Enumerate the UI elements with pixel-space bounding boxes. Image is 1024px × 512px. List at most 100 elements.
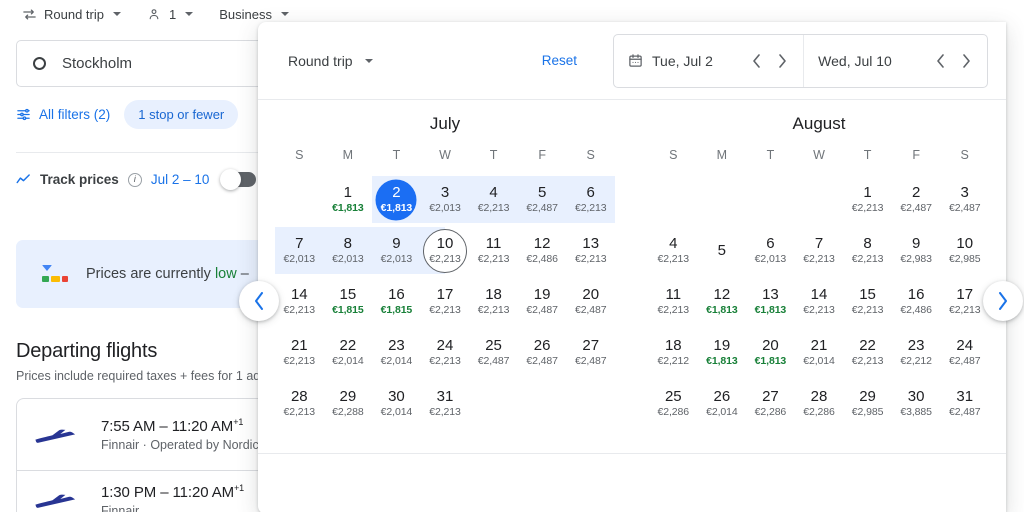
day-cell[interactable]: 28 €2,213 [275,378,324,429]
day-cell[interactable]: 15 €1,815 [324,276,373,327]
day-cell[interactable]: 6 €2,013 [746,225,795,276]
date-picker-header: Round trip Reset Tue, Jul 2 Wed, Jul 10 [258,22,1006,100]
day-cell[interactable]: 31 €2,487 [940,378,989,429]
day-cell[interactable]: 9 €2,013 [372,225,421,276]
day-cell[interactable]: 26 €2,014 [698,378,747,429]
day-number: 7 [295,235,304,252]
day-cell[interactable]: 3 €2,487 [940,174,989,225]
day-number: 14 [290,286,308,303]
day-cell[interactable]: 18 €2,213 [469,276,518,327]
day-cell[interactable]: 25 €2,487 [469,327,518,378]
flight-airline: Finnair · Operated by Nordic [101,438,259,452]
day-cell[interactable]: 1 €1,813 [324,174,373,225]
calendar-trip-type-selector[interactable]: Round trip [288,53,373,69]
day-cell[interactable]: 5 [698,225,747,276]
circle-origin-icon [33,57,46,70]
depart-next-day-button[interactable] [771,50,793,72]
day-price: €1,813 [754,355,787,367]
return-next-day-button[interactable] [955,50,977,72]
day-cell[interactable]: 20 €1,813 [746,327,795,378]
info-icon[interactable]: i [127,172,142,187]
day-cell[interactable]: 26 €2,487 [518,327,567,378]
day-cell[interactable]: 3 €2,013 [421,174,470,225]
day-cell[interactable]: 17 €2,213 [940,276,989,327]
day-number: 3 [440,184,450,201]
empty-day-cell [746,174,795,225]
day-cell[interactable]: 14 €2,213 [795,276,844,327]
day-cell[interactable]: 21 €2,014 [795,327,844,378]
previous-month-button[interactable] [239,281,279,321]
day-cell[interactable]: 27 €2,286 [746,378,795,429]
day-cell[interactable]: 30 €2,014 [372,378,421,429]
day-cell[interactable]: 17 €2,213 [421,276,470,327]
day-cell[interactable]: 7 €2,213 [795,225,844,276]
day-cell[interactable]: 20 €2,487 [566,276,615,327]
day-cell[interactable]: 16 €2,486 [892,276,941,327]
day-price: €2,487 [948,355,981,367]
day-price: €1,813 [706,304,738,316]
day-cell[interactable]: 19 €1,813 [698,327,747,378]
day-cell[interactable]: 31 €2,213 [421,378,470,429]
month-august: August S M T W T F S 1 €2,213 2 €2,487 3 €2,487 4 €2,21… [632,108,1006,429]
day-cell[interactable]: 13 €1,813 [746,276,795,327]
day-cell[interactable]: 22 €2,213 [843,327,892,378]
day-cell[interactable]: 14 €2,213 [275,276,324,327]
day-cell[interactable]: 10 €2,213 [421,225,470,276]
day-cell[interactable]: 4 €2,213 [649,225,698,276]
day-cell[interactable]: 8 €2,013 [324,225,373,276]
day-cell[interactable]: 9 €2,983 [892,225,941,276]
day-cell[interactable]: 15 €2,213 [843,276,892,327]
track-prices-toggle[interactable] [220,169,257,190]
day-cell[interactable]: 25 €2,286 [649,378,698,429]
day-cell[interactable]: 8 €2,213 [843,225,892,276]
next-month-button[interactable] [983,281,1023,321]
calendar-trip-type-label: Round trip [288,52,353,69]
all-filters-button[interactable]: All filters (2) [16,107,110,122]
day-price: €2,487 [900,202,932,214]
return-prev-day-button[interactable] [929,50,951,72]
day-cell[interactable]: 13 €2,213 [566,225,615,276]
stops-filter-chip[interactable]: 1 stop or fewer [124,100,239,129]
day-cell[interactable]: 23 €2,212 [892,327,941,378]
week-row: 1 €2,213 2 €2,487 3 €2,487 [649,174,989,225]
day-cell[interactable]: 7 €2,013 [275,225,324,276]
day-cell[interactable]: 19 €2,487 [518,276,567,327]
day-cell[interactable]: 30 €3,885 [892,378,941,429]
depart-date-field[interactable]: Tue, Jul 2 [614,35,803,87]
day-cell[interactable]: 5 €2,487 [518,174,567,225]
day-cell[interactable]: 24 €2,487 [940,327,989,378]
day-number: 21 [810,337,828,354]
day-cell[interactable]: 22 €2,014 [324,327,373,378]
day-cell[interactable]: 11 €2,213 [469,225,518,276]
passengers-selector[interactable]: 1 [147,7,194,22]
day-cell[interactable]: 12 €2,486 [518,225,567,276]
date-picker-panel: Round trip Reset Tue, Jul 2 Wed, Jul 10 … [258,22,1006,512]
day-cell[interactable]: 29 €2,985 [843,378,892,429]
day-cell[interactable]: 6 €2,213 [566,174,615,225]
day-cell[interactable]: 1 €2,213 [843,174,892,225]
day-cell[interactable]: 11 €2,213 [649,276,698,327]
depart-prev-day-button[interactable] [745,50,767,72]
day-cell[interactable]: 12 €1,813 [698,276,747,327]
day-cell[interactable]: 16 €1,815 [372,276,421,327]
trip-type-selector[interactable]: Round trip [22,7,121,22]
cabin-class-selector[interactable]: Business [219,7,289,22]
day-cell[interactable]: 4 €2,213 [469,174,518,225]
day-number: 23 [907,337,925,354]
reset-button[interactable]: Reset [542,53,577,68]
day-cell[interactable]: 2 €1,813 [372,174,421,225]
track-prices-label: Track prices [40,172,119,187]
day-cell[interactable]: 27 €2,487 [566,327,615,378]
day-cell[interactable]: 2 €2,487 [892,174,941,225]
day-cell[interactable]: 21 €2,213 [275,327,324,378]
day-cell[interactable]: 18 €2,212 [649,327,698,378]
weekday-label: F [912,148,920,162]
day-cell[interactable]: 10 €2,985 [940,225,989,276]
day-price: €2,013 [332,253,364,265]
return-date-field[interactable]: Wed, Jul 10 [803,34,987,87]
day-cell[interactable]: 29 €2,288 [324,378,373,429]
day-cell[interactable]: 23 €2,014 [372,327,421,378]
day-cell[interactable]: 24 €2,213 [421,327,470,378]
day-price: €2,014 [803,355,835,367]
day-cell[interactable]: 28 €2,286 [795,378,844,429]
